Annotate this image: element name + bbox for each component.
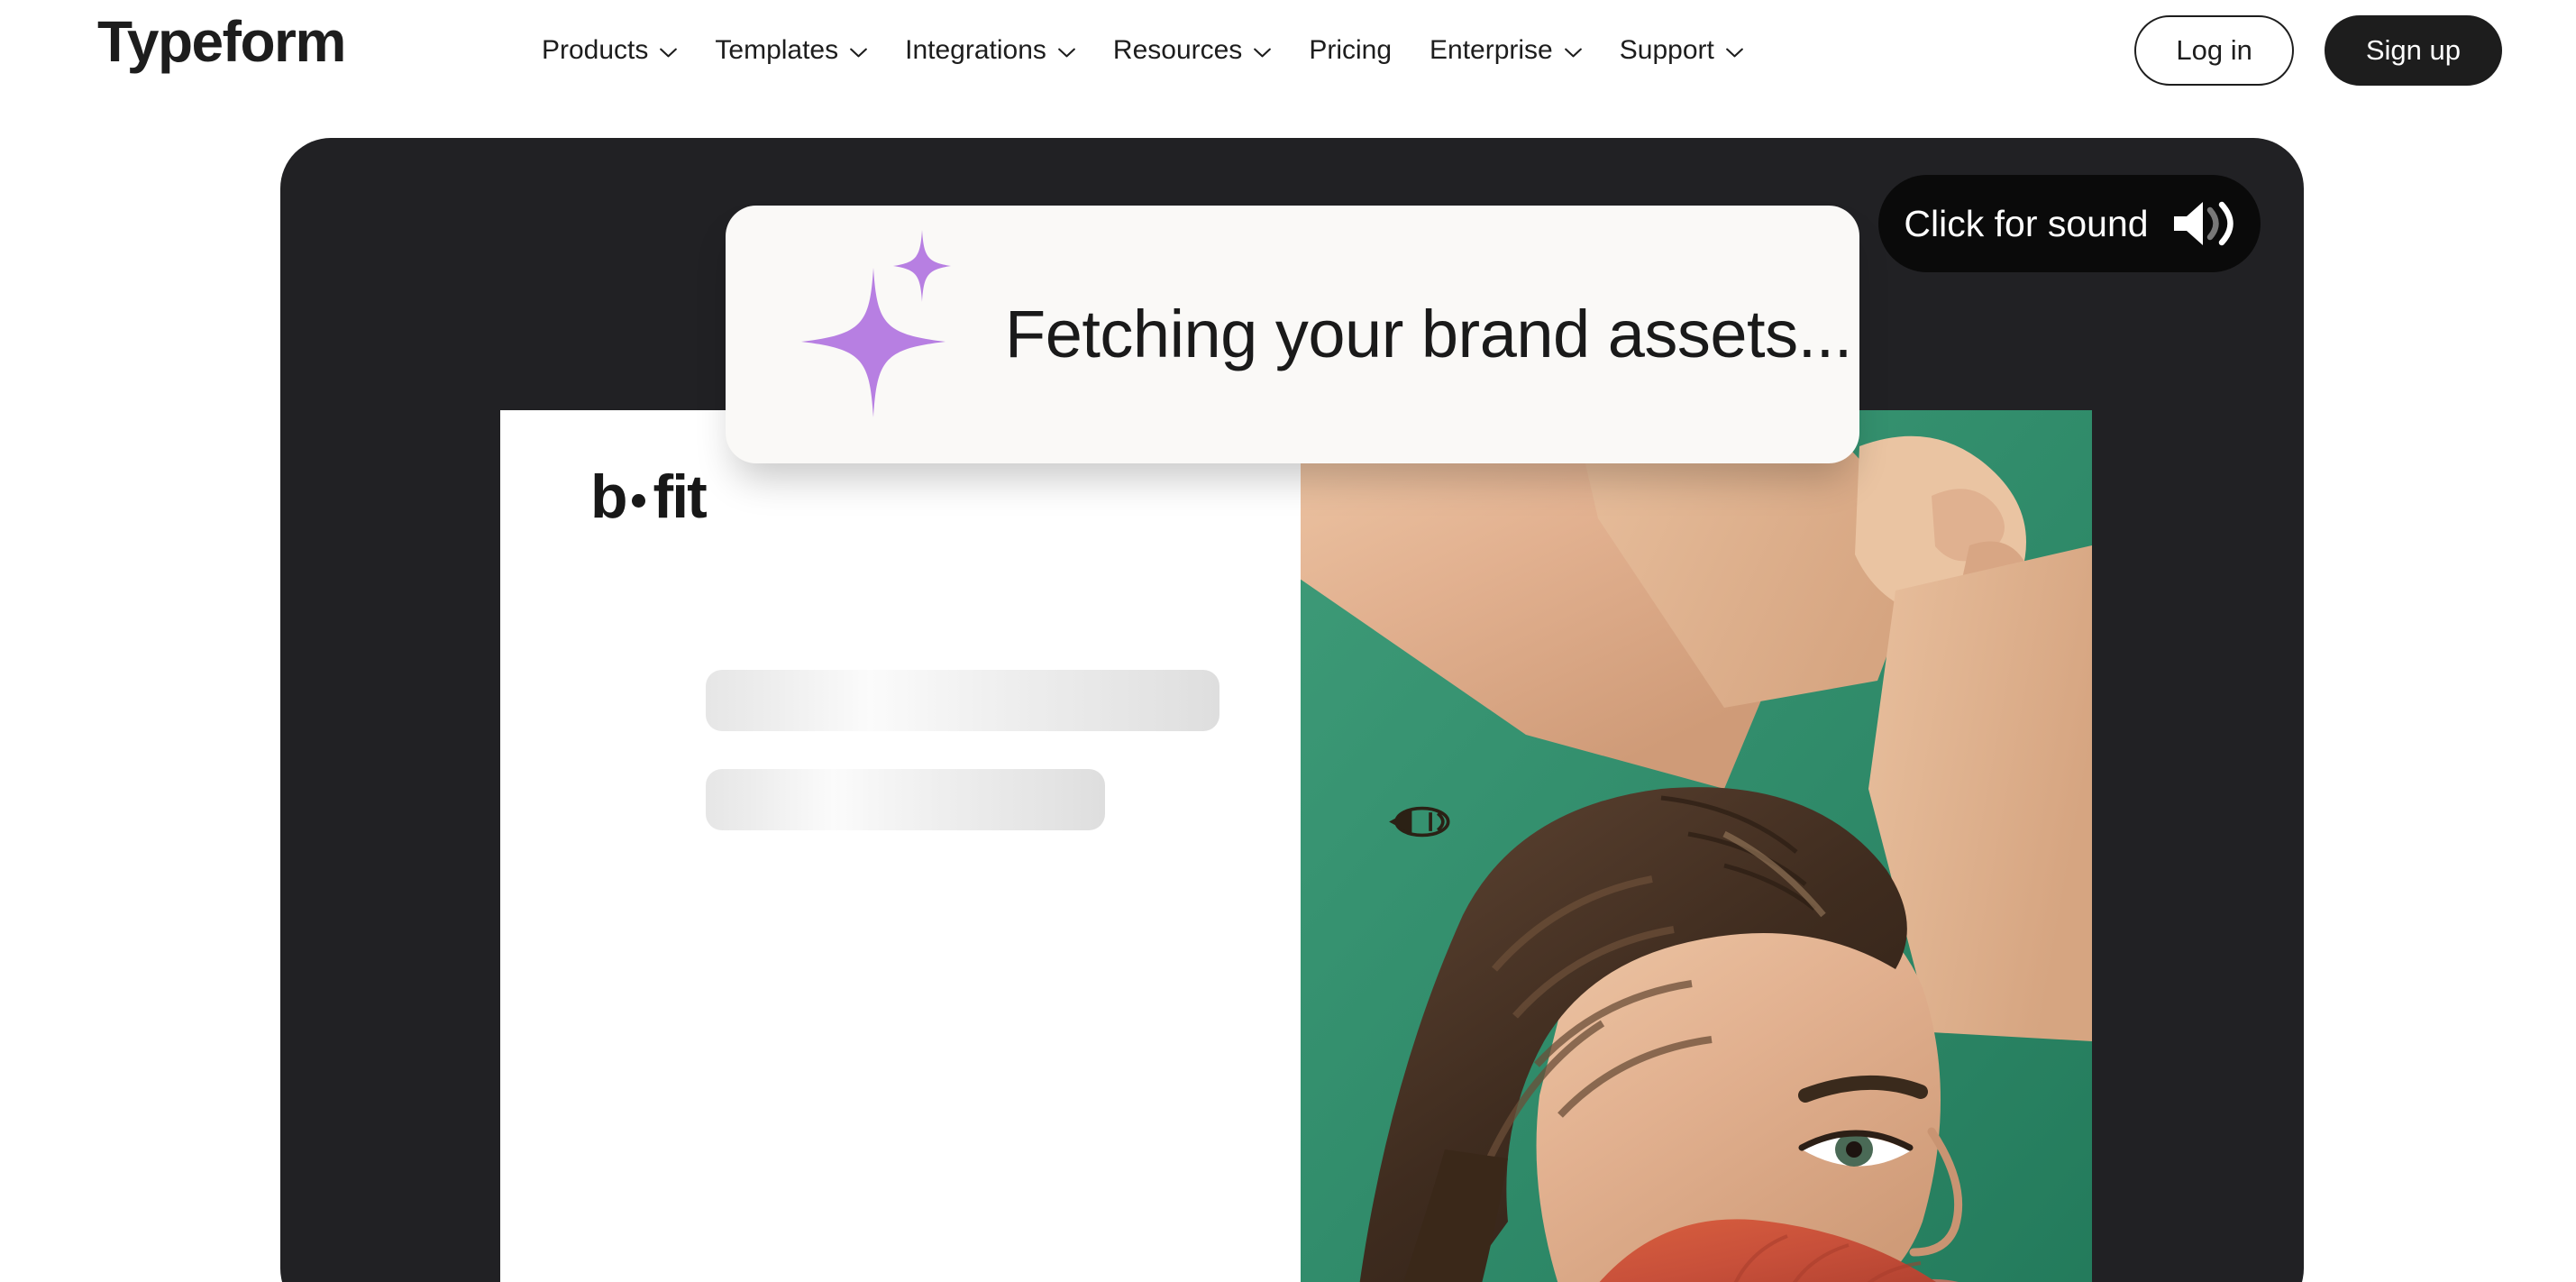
nav-item-integrations[interactable]: Integrations bbox=[886, 28, 1094, 73]
bfit-logo-left: b bbox=[590, 462, 628, 531]
nav-item-pricing[interactable]: Pricing bbox=[1290, 28, 1411, 73]
skeleton-loading-bar bbox=[706, 769, 1105, 830]
nav-item-label: Support bbox=[1619, 35, 1714, 65]
device-frame: b fit Fetching your brand assets... Clic… bbox=[280, 138, 2304, 1282]
click-for-sound-button[interactable]: Click for sound bbox=[1878, 175, 2261, 272]
nav-item-label: Enterprise bbox=[1430, 35, 1553, 65]
typeform-logo[interactable]: Typeform bbox=[97, 13, 346, 70]
speaker-volume-icon bbox=[2170, 198, 2235, 249]
bfit-logo-right: fit bbox=[653, 462, 708, 531]
chevron-down-icon bbox=[660, 48, 678, 58]
nav-item-label: Products bbox=[542, 35, 649, 65]
hero-photo bbox=[1301, 410, 2092, 1282]
skeleton-loading-bar bbox=[706, 670, 1219, 731]
auth-actions: Log in Sign up bbox=[2134, 0, 2502, 101]
bfit-brand-logo: b fit bbox=[590, 462, 708, 531]
hero-photo-illustration bbox=[1301, 410, 2092, 1282]
nav-item-label: Integrations bbox=[905, 35, 1046, 65]
bfit-logo-dot bbox=[631, 493, 645, 508]
chevron-down-icon bbox=[1254, 48, 1272, 58]
nav-item-label: Templates bbox=[715, 35, 839, 65]
chevron-down-icon bbox=[1725, 48, 1743, 58]
nav-item-products[interactable]: Products bbox=[523, 28, 696, 73]
nav-item-label: Pricing bbox=[1309, 35, 1393, 65]
chevron-down-icon bbox=[1058, 48, 1075, 58]
sound-button-label: Click for sound bbox=[1904, 202, 2149, 244]
chevron-down-icon bbox=[1564, 48, 1582, 58]
fetching-status-text: Fetching your brand assets... bbox=[1005, 297, 1852, 371]
login-button[interactable]: Log in bbox=[2134, 15, 2294, 86]
nav-item-templates[interactable]: Templates bbox=[696, 28, 886, 73]
signup-button[interactable]: Sign up bbox=[2324, 15, 2502, 86]
sparkle-icon bbox=[790, 226, 953, 426]
chevron-down-icon bbox=[850, 48, 867, 58]
nav-item-label: Resources bbox=[1112, 35, 1243, 65]
nav-item-enterprise[interactable]: Enterprise bbox=[1411, 28, 1601, 73]
hero-section: b fit Fetching your brand assets... Clic… bbox=[0, 101, 2576, 1282]
nav-item-resources[interactable]: Resources bbox=[1094, 28, 1290, 73]
primary-navigation: Products Templates Integrations Resource… bbox=[523, 0, 1762, 101]
site-header: Typeform Products Templates Integrations… bbox=[0, 0, 2576, 101]
nav-item-support[interactable]: Support bbox=[1601, 28, 1762, 73]
fetching-status-card: Fetching your brand assets... bbox=[726, 206, 1859, 463]
